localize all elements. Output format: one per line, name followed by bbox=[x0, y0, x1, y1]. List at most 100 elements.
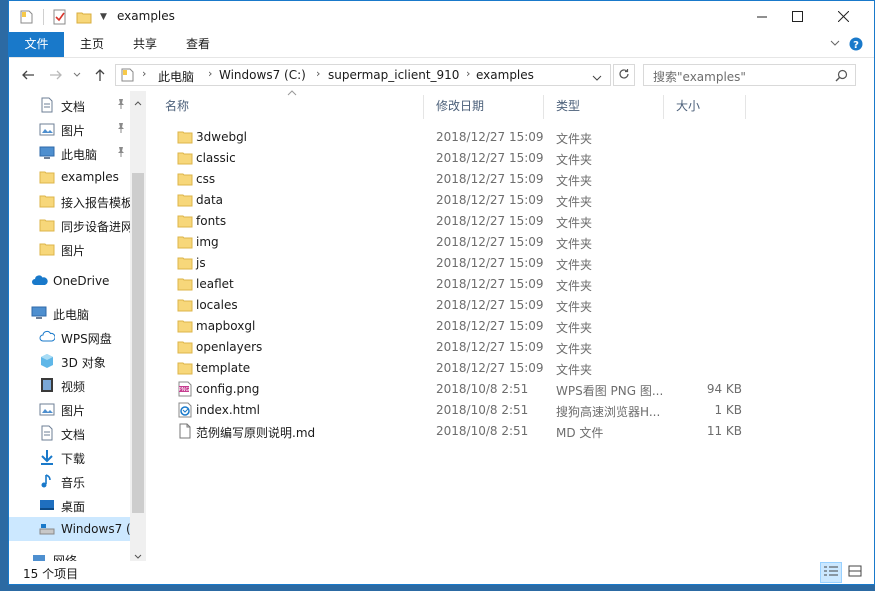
file-modified-date: 2018/10/8 2:51 bbox=[436, 382, 529, 396]
back-arrow-icon[interactable] bbox=[19, 66, 37, 84]
refresh-button[interactable] bbox=[613, 64, 635, 86]
search-input[interactable]: 搜索"examples" bbox=[653, 68, 746, 85]
breadcrumb-supermap[interactable]: supermap_iclient_910 bbox=[328, 68, 459, 82]
scroll-down-arrow-icon[interactable] bbox=[134, 549, 142, 561]
file-name: locales bbox=[196, 298, 238, 312]
nav-item-examples[interactable]: examples bbox=[9, 165, 130, 189]
table-row[interactable]: img 2018/12/27 15:09 文件夹 bbox=[157, 232, 757, 253]
status-bar: 15 个项目 bbox=[9, 561, 874, 584]
breadcrumb-separator-icon[interactable]: › bbox=[142, 67, 146, 80]
properties-icon[interactable] bbox=[52, 9, 68, 25]
nav-item-network[interactable]: 网络 bbox=[9, 547, 130, 561]
nav-item-sync-device[interactable]: 同步设备进网 bbox=[9, 213, 130, 237]
file-modified-date: 2018/12/27 15:09 bbox=[436, 361, 544, 375]
forward-arrow-icon[interactable] bbox=[47, 66, 65, 84]
text-file-icon bbox=[177, 423, 193, 439]
maximize-button[interactable] bbox=[775, 1, 820, 32]
folder-icon[interactable] bbox=[19, 9, 35, 25]
table-row[interactable]: locales 2018/12/27 15:09 文件夹 bbox=[157, 295, 757, 316]
nav-item-3d-objects[interactable]: 3D 对象 bbox=[9, 349, 130, 373]
address-bar[interactable]: › 此电脑 › Windows7 (C:) › supermap_iclient… bbox=[115, 64, 611, 86]
table-row[interactable]: 范例编写原则说明.md 2018/10/8 2:51 MD 文件 11 KB bbox=[157, 421, 757, 442]
nav-item-onedrive[interactable]: OneDrive bbox=[9, 269, 130, 293]
pin-icon[interactable] bbox=[115, 146, 127, 158]
folder-icon bbox=[39, 241, 55, 257]
file-modified-date: 2018/12/27 15:09 bbox=[436, 277, 544, 291]
recent-locations-chevron-icon[interactable] bbox=[71, 66, 83, 84]
nav-item-videos[interactable]: 视频 bbox=[9, 373, 130, 397]
file-name: mapboxgl bbox=[196, 319, 256, 333]
file-modified-date: 2018/12/27 15:09 bbox=[436, 256, 544, 270]
download-icon bbox=[39, 449, 55, 465]
nav-item-music[interactable]: 音乐 bbox=[9, 469, 130, 493]
table-row[interactable]: js 2018/12/27 15:09 文件夹 bbox=[157, 253, 757, 274]
file-type: 文件夹 bbox=[556, 237, 593, 251]
help-icon[interactable]: ? bbox=[849, 37, 863, 54]
table-row[interactable]: 3dwebgl 2018/12/27 15:09 文件夹 bbox=[157, 127, 757, 148]
close-button[interactable] bbox=[821, 1, 866, 32]
column-header-size[interactable]: 大小 bbox=[676, 91, 756, 121]
customize-toolbar-chevron-icon[interactable]: ▼ bbox=[100, 12, 107, 22]
table-row[interactable]: fonts 2018/12/27 15:09 文件夹 bbox=[157, 211, 757, 232]
details-view-button[interactable] bbox=[820, 562, 842, 583]
breadcrumb-separator-icon[interactable]: › bbox=[208, 67, 212, 80]
explorer-window: ▼ examples 文件 主页 共享 查看 ? › 此电脑 › Windows… bbox=[8, 0, 875, 585]
nav-item-this-pc[interactable]: 此电脑 bbox=[9, 301, 130, 325]
breadcrumb-drive-c[interactable]: Windows7 (C:) bbox=[219, 68, 306, 82]
table-row[interactable]: mapboxgl 2018/12/27 15:09 文件夹 bbox=[157, 316, 757, 337]
tab-view[interactable]: 查看 bbox=[173, 32, 223, 57]
expand-ribbon-chevron-icon[interactable] bbox=[829, 37, 841, 52]
file-name: js bbox=[196, 256, 206, 270]
nav-item-documents-pc[interactable]: 文档 bbox=[9, 421, 130, 445]
breadcrumb-separator-icon[interactable]: › bbox=[466, 67, 470, 80]
tab-home[interactable]: 主页 bbox=[67, 32, 117, 57]
pin-icon[interactable] bbox=[115, 98, 127, 110]
nav-item-pictures[interactable]: 图片 bbox=[9, 117, 130, 141]
search-box[interactable]: 搜索"examples" bbox=[643, 64, 856, 86]
nav-item-downloads[interactable]: 下载 bbox=[9, 445, 130, 469]
file-name: 范例编写原则说明.md bbox=[196, 426, 316, 440]
html-file-icon bbox=[177, 402, 193, 418]
scroll-up-arrow-icon[interactable] bbox=[134, 95, 142, 109]
scroll-thumb[interactable] bbox=[132, 173, 144, 513]
nav-item-wps-drive[interactable]: WPS网盘 bbox=[9, 325, 130, 349]
folder-icon bbox=[177, 360, 193, 376]
column-header-date[interactable]: 修改日期 bbox=[436, 91, 546, 121]
tab-file[interactable]: 文件 bbox=[9, 32, 64, 57]
title-bar: ▼ examples bbox=[9, 1, 874, 32]
table-row[interactable]: openlayers 2018/12/27 15:09 文件夹 bbox=[157, 337, 757, 358]
ribbon-tabs: 文件 主页 共享 查看 ? bbox=[9, 32, 874, 58]
table-row[interactable]: data 2018/12/27 15:09 文件夹 bbox=[157, 190, 757, 211]
nav-item-this-pc-quick[interactable]: 此电脑 bbox=[9, 141, 130, 165]
table-row[interactable]: leaflet 2018/12/27 15:09 文件夹 bbox=[157, 274, 757, 295]
file-modified-date: 2018/12/27 15:09 bbox=[436, 172, 544, 186]
search-icon[interactable] bbox=[835, 69, 848, 85]
breadcrumb-separator-icon[interactable]: › bbox=[316, 67, 320, 80]
new-folder-icon[interactable] bbox=[76, 9, 92, 25]
table-row[interactable]: index.html 2018/10/8 2:51 搜狗高速浏览器H... 1 KB bbox=[157, 400, 757, 421]
nav-item-pictures-folder[interactable]: 图片 bbox=[9, 237, 130, 261]
table-row[interactable]: css 2018/12/27 15:09 文件夹 bbox=[157, 169, 757, 190]
breadcrumb-examples[interactable]: examples bbox=[476, 68, 534, 82]
nav-item-report-template[interactable]: 接入报告模板 bbox=[9, 189, 130, 213]
pin-icon[interactable] bbox=[115, 122, 127, 134]
tab-share[interactable]: 共享 bbox=[120, 32, 170, 57]
address-history-chevron-icon[interactable] bbox=[592, 71, 602, 85]
up-arrow-icon[interactable] bbox=[91, 66, 109, 84]
large-icons-view-button[interactable] bbox=[844, 562, 866, 583]
nav-item-desktop[interactable]: 桌面 bbox=[9, 493, 130, 517]
table-row[interactable]: classic 2018/12/27 15:09 文件夹 bbox=[157, 148, 757, 169]
breadcrumb-this-pc[interactable]: 此电脑 bbox=[158, 68, 194, 85]
nav-item-windows7-drive[interactable]: Windows7 ( bbox=[9, 517, 130, 541]
file-size: 94 KB bbox=[706, 382, 742, 396]
svg-text:PNG: PNG bbox=[179, 387, 190, 393]
nav-item-documents[interactable]: 文档 bbox=[9, 93, 130, 117]
table-row[interactable]: PNG config.png 2018/10/8 2:51 WPS看图 PNG 图..… bbox=[157, 379, 757, 400]
column-header-type[interactable]: 类型 bbox=[556, 91, 666, 121]
file-type: 文件夹 bbox=[556, 258, 593, 272]
navigation-scrollbar[interactable] bbox=[130, 91, 146, 561]
nav-item-pictures-pc[interactable]: 图片 bbox=[9, 397, 130, 421]
table-row[interactable]: template 2018/12/27 15:09 文件夹 bbox=[157, 358, 757, 379]
cloud-icon bbox=[31, 273, 48, 289]
column-header-name[interactable]: 名称 bbox=[165, 91, 425, 121]
